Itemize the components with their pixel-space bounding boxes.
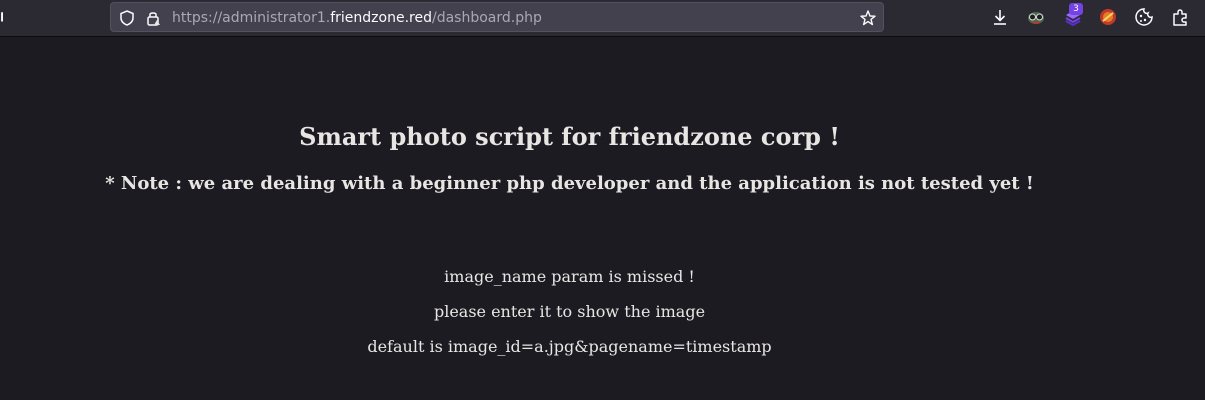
url-host: friendzone.red bbox=[330, 10, 432, 26]
lock-icon[interactable] bbox=[144, 9, 162, 27]
shield-icon[interactable] bbox=[118, 9, 136, 27]
extensions-puzzle-icon[interactable] bbox=[1169, 6, 1191, 28]
url-text[interactable]: https://administrator1.friendzone.red/da… bbox=[172, 9, 542, 27]
download-icon[interactable] bbox=[989, 6, 1011, 28]
developer-note: * Note : we are dealing with a beginner … bbox=[105, 173, 1034, 194]
url-prefix: https://administrator1. bbox=[172, 10, 331, 26]
extension-icon[interactable] bbox=[1025, 6, 1047, 28]
browser-toolbar: ▮ https://administrator1.friendzone.red/… bbox=[0, 0, 1205, 37]
extension-icon[interactable] bbox=[1097, 6, 1119, 28]
page-heading: Smart photo script for friendzone corp ! bbox=[299, 122, 840, 151]
url-path: /dashboard.php bbox=[431, 10, 542, 26]
missing-param-message: image_name param is missed ! bbox=[444, 267, 695, 286]
cookie-icon[interactable] bbox=[1133, 6, 1155, 28]
instruction-message: please enter it to show the image bbox=[433, 302, 706, 321]
default-param-message: default is image_id=a.jpg&pagename=times… bbox=[367, 337, 772, 356]
extension-badge: 3 bbox=[1069, 3, 1083, 15]
sidebar-edge-icon[interactable]: ▮ bbox=[0, 9, 3, 25]
bookmark-star-icon[interactable] bbox=[859, 9, 877, 27]
address-bar[interactable]: https://administrator1.friendzone.red/da… bbox=[110, 2, 884, 32]
